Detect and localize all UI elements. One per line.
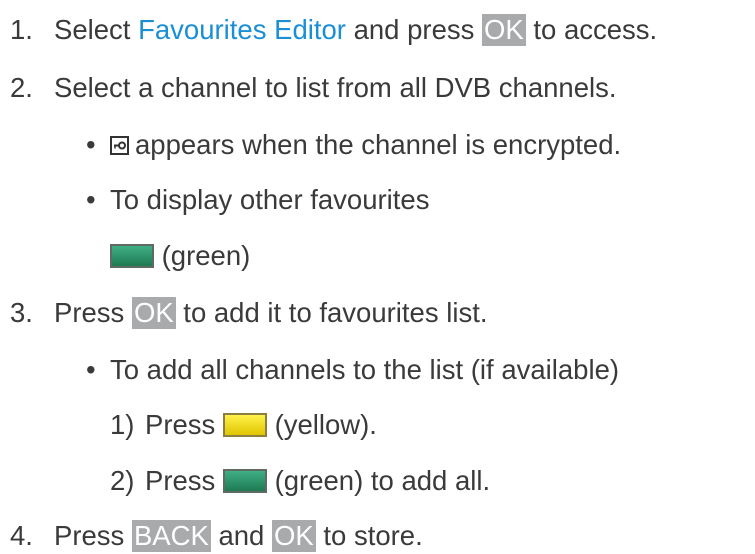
step-text: to access. bbox=[525, 14, 658, 45]
step-text: and press bbox=[345, 14, 483, 45]
step-text: Press bbox=[54, 520, 132, 551]
bullet-text: To add all channels to the list (if avai… bbox=[110, 354, 620, 385]
step-number: 2. bbox=[10, 72, 33, 103]
step-2: 2. Select a channel to list from all DVB … bbox=[10, 72, 617, 104]
green-button-icon bbox=[222, 469, 267, 493]
green-button-icon bbox=[110, 244, 154, 268]
step-text: Select a channel to list from all DVB ch… bbox=[54, 72, 617, 103]
bullet-text: appears when the channel is encrypted. bbox=[135, 129, 622, 160]
bullet-other-favourites: • To display other favourites bbox=[86, 184, 430, 216]
bullet-encrypted: • appears when the channel is encrypted. bbox=[86, 129, 622, 161]
ok-key: OK bbox=[482, 14, 526, 46]
substep-text: Press bbox=[145, 409, 216, 440]
substep-text: Press bbox=[145, 465, 216, 496]
ok-key: OK bbox=[131, 297, 176, 329]
bullet-text: To display other favourites bbox=[110, 184, 430, 215]
yellow-button-icon bbox=[222, 413, 267, 437]
button-label: (green) bbox=[161, 240, 251, 271]
step-3: 3. Press OK to add it to favourites list. bbox=[10, 297, 488, 329]
bullet-dot: • bbox=[86, 129, 96, 160]
encrypted-lock-icon bbox=[110, 136, 129, 155]
step-text: to store. bbox=[315, 520, 423, 551]
substep-text: (green) to add all. bbox=[274, 465, 491, 496]
substep-text: (yellow). bbox=[274, 409, 377, 440]
bullet-add-all: • To add all channels to the list (if av… bbox=[86, 354, 620, 386]
step-text: to add it to favourites list. bbox=[175, 297, 488, 328]
favourites-editor-link[interactable]: Favourites Editor bbox=[138, 14, 346, 45]
substep-number: 1) bbox=[110, 409, 135, 440]
step-4: 4. Press BACK and OK to store. bbox=[10, 520, 423, 552]
ok-key: OK bbox=[272, 520, 316, 552]
step-text: and bbox=[210, 520, 272, 551]
green-button-line: (green) bbox=[110, 240, 250, 272]
back-key: BACK bbox=[131, 520, 211, 552]
bullet-dot: • bbox=[86, 184, 96, 215]
step-number: 4. bbox=[10, 520, 33, 551]
step-text: Press bbox=[54, 297, 132, 328]
bullet-dot: • bbox=[86, 354, 96, 385]
substep-number: 2) bbox=[110, 465, 135, 496]
step-number: 3. bbox=[10, 297, 33, 328]
substep-1: 1) Press (yellow). bbox=[110, 409, 377, 441]
step-number: 1. bbox=[10, 14, 33, 45]
step-1: 1. Select Favourites Editor and press OK … bbox=[10, 14, 657, 46]
step-text: Select bbox=[54, 14, 139, 45]
substep-2: 2) Press (green) to add all. bbox=[110, 465, 490, 497]
